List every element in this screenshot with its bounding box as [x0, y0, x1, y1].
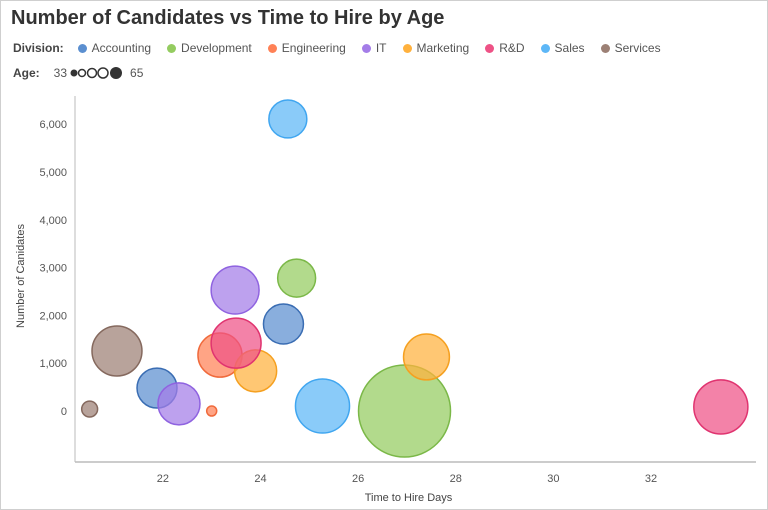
bubble-marketing: [402, 333, 451, 381]
y-tick-label: 3,000: [39, 263, 67, 275]
x-tick-label: 32: [645, 473, 657, 485]
y-tick-label: 1,000: [39, 358, 67, 370]
bubble-it: [157, 382, 201, 426]
x-tick-label: 22: [157, 473, 169, 485]
bubble-sales: [294, 378, 351, 434]
x-axis-label: Time to Hire Days: [365, 492, 453, 504]
y-tick-label: 0: [61, 406, 67, 418]
y-tick-label: 4,000: [39, 215, 67, 227]
bubble-engineering: [205, 405, 218, 417]
bubble-development: [276, 258, 317, 298]
chart-container: Number of Candidates vs Time to Hire by …: [0, 0, 768, 510]
bubble-sales: [268, 99, 308, 139]
bubble-services: [80, 400, 99, 418]
bubble-services: [91, 325, 143, 377]
y-tick-label: 2,000: [39, 310, 67, 322]
bubble-rd: [693, 379, 749, 435]
bubble-development: [357, 364, 452, 458]
x-tick-label: 26: [352, 473, 364, 485]
y-tick-label: 5,000: [39, 167, 67, 179]
bubble-it: [210, 265, 260, 315]
bubble-accounting: [262, 303, 305, 345]
x-tick-label: 24: [254, 473, 266, 485]
bubble-rd: [210, 317, 262, 369]
plot-area: 22 24 26 28 30 32 0 1,000 2,000 3,000 4,000 5,000 6,…: [15, 96, 756, 504]
x-tick-label: 28: [450, 473, 462, 485]
y-axis-label: Number of Canidates: [15, 224, 27, 328]
y-tick-label: 6,000: [39, 119, 67, 131]
x-tick-label: 30: [547, 473, 559, 485]
